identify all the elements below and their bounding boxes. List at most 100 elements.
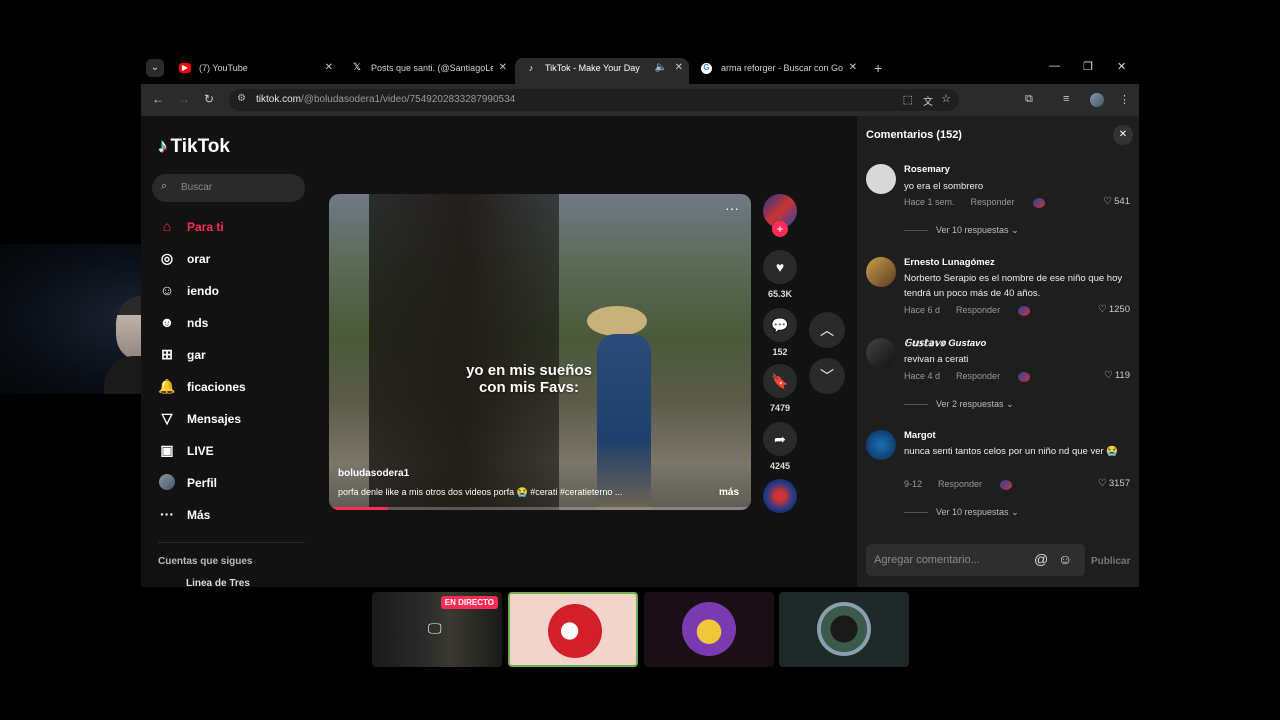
menu-kebab-icon[interactable]: ⋮ [1119,93,1130,106]
reply-button[interactable]: Responder [971,197,1015,207]
comment-meta: 9-12 Responder [904,479,1013,490]
comment-item: Ernesto Lunagómez Norberto Serapio es el… [866,257,1136,327]
thumbnail-guest-1[interactable] [508,592,638,667]
tab-google[interactable]: G arma reforger - Buscar con Goo ✕ [691,58,863,84]
search-input[interactable]: ⌕ Buscar [152,174,305,202]
following-account[interactable]: Linea de Tres [186,578,250,587]
translate-icon[interactable]: 文 [923,93,933,108]
comment-meta: Hace 1 sem. Responder [904,197,1045,208]
comment-text: revivan a cerati [904,354,969,365]
close-icon[interactable]: ✕ [675,58,683,78]
media-control-icon[interactable]: ≡ [1063,93,1069,105]
previous-video-button[interactable]: ︿ [809,312,845,348]
video-player[interactable]: ··· yo en mis sueños con mis Favs: bolud… [329,194,751,510]
new-tab-button[interactable]: + [874,60,882,76]
video-more-link[interactable]: más [719,487,739,498]
share-button[interactable]: ➦ [763,422,797,456]
close-comments-button[interactable]: ✕ [1113,125,1133,145]
music-disc-icon[interactable] [763,479,797,513]
commenter-avatar[interactable] [866,430,896,460]
thumbnail-guest-3[interactable] [779,592,909,667]
comment-like-button[interactable]: ♡ 1250 [1098,304,1130,315]
address-bar: ← → ↻ ⚙ tiktok.com/@boludasodera1/video/… [141,84,1139,116]
sidebar-item-label: orar [187,252,211,266]
window-close-button[interactable]: ✕ [1117,60,1126,73]
comment-time: 9-12 [904,479,923,489]
commenter-avatar[interactable] [866,164,896,194]
reply-button[interactable]: Responder [938,479,982,489]
save-button[interactable]: 🔖 [763,364,797,398]
forward-button[interactable]: → [178,92,190,106]
comment-like-count: 541 [1114,196,1130,207]
bell-icon: 🔔 [158,378,176,394]
view-replies-button[interactable]: Ver 10 respuestas ⌄ [904,507,1019,518]
tiktok-logo[interactable]: ♪ TikTok [158,136,230,158]
post-comment-button[interactable]: Publicar [1091,556,1130,567]
heart-outline-icon: ♡ [1103,370,1113,381]
commenter-name[interactable]: Margot [904,430,936,441]
commenter-name[interactable]: Ernesto Lunagómez [904,257,995,268]
comment-placeholder: Agregar comentario... [874,554,980,566]
commenter-name[interactable]: 𝔾𝕦𝕤𝕥𝕒𝕧𝕠 Gustavo [904,338,986,349]
tab-x[interactable]: 𝕏 Posts que santi. (@SantiagoLei ✕ [341,58,513,84]
tab-youtube[interactable]: ▶ (7) YouTube ✕ [169,58,339,84]
close-icon[interactable]: ✕ [325,58,333,78]
live-icon: ▣ [160,442,174,458]
sidebar-item-label: Perfil [187,476,218,490]
video-hat [587,306,647,336]
thumbnail-guest-2[interactable] [644,592,774,667]
reply-button[interactable]: Responder [956,305,1000,315]
tab-tiktok[interactable]: ♪ TikTok - Make Your Day 🔈 ✕ [515,58,689,84]
browser-window: ⌄ ▶ (7) YouTube ✕ 𝕏 Posts que santi. (@S… [141,54,1139,587]
sidebar-item-label: Para ti [187,220,224,234]
comment-like-button[interactable]: ♡ 541 [1103,196,1130,207]
commenter-avatar[interactable] [866,338,896,368]
video-progress-bar[interactable] [329,507,751,510]
heart-outline-icon: ♡ [1097,304,1107,315]
view-replies-label: Ver 2 respuestas [936,399,1004,409]
close-icon[interactable]: ✕ [499,58,507,78]
minimize-button[interactable]: — [1049,60,1060,72]
restore-button[interactable]: ❐ [1083,60,1093,73]
creator-liked-avatar [1000,479,1013,490]
extensions-icon[interactable]: ⧉ [1025,93,1033,106]
install-icon[interactable]: ⬚ [903,93,913,106]
follow-plus-icon[interactable]: + [772,221,788,237]
stream-thumbnails: EN DIRECTO 🖵 [372,592,912,667]
reload-button[interactable]: ↻ [204,92,214,106]
tab-title: Posts que santi. (@SantiagoLei [371,63,493,73]
bookmark-star-icon[interactable]: ☆ [941,92,951,105]
close-icon[interactable]: ✕ [849,58,857,78]
upload-icon: ⊞ [161,346,173,362]
reply-button[interactable]: Responder [956,371,1000,381]
view-replies-button[interactable]: Ver 10 respuestas ⌄ [904,225,1019,236]
video-figure-shadow [369,194,559,510]
close-icon: ✕ [1118,129,1128,140]
search-placeholder: Buscar [181,182,213,193]
profile-avatar[interactable] [1090,93,1104,107]
comment-count: 152 [772,347,788,357]
back-button[interactable]: ← [152,92,164,106]
monitor-icon: 🖵 [428,620,442,636]
speaker-icon[interactable]: 🔈 [655,58,667,78]
emoji-icon[interactable]: ☺ [1058,551,1072,567]
comment-button[interactable]: 💬 [763,308,797,342]
comment-input[interactable]: Agregar comentario... @ ☺ [866,544,1085,576]
mention-icon[interactable]: @ [1034,551,1048,567]
comment-like-button[interactable]: ♡ 119 [1104,370,1130,381]
video-username[interactable]: boludasodera1 [338,468,409,479]
video-more-icon[interactable]: ··· [725,200,739,216]
view-replies-button[interactable]: Ver 2 respuestas ⌄ [904,399,1014,410]
next-video-button[interactable]: ﹀ [809,358,845,394]
share-count: 4245 [769,461,791,471]
tab-search-button[interactable]: ⌄ [146,59,164,77]
like-button[interactable]: ♥ [763,250,797,284]
commenter-name[interactable]: Rosemary [904,164,950,175]
thumbnail-screen[interactable]: EN DIRECTO 🖵 [372,592,502,667]
chevron-down-icon: ⌄ [1011,507,1019,517]
site-info-icon[interactable]: ⚙ [237,93,246,104]
comment-like-button[interactable]: ♡ 3157 [1098,478,1130,489]
url-bar[interactable]: ⚙ tiktok.com/@boludasodera1/video/754920… [229,89,959,111]
live-badge: EN DIRECTO [440,596,498,609]
commenter-avatar[interactable] [866,257,896,287]
